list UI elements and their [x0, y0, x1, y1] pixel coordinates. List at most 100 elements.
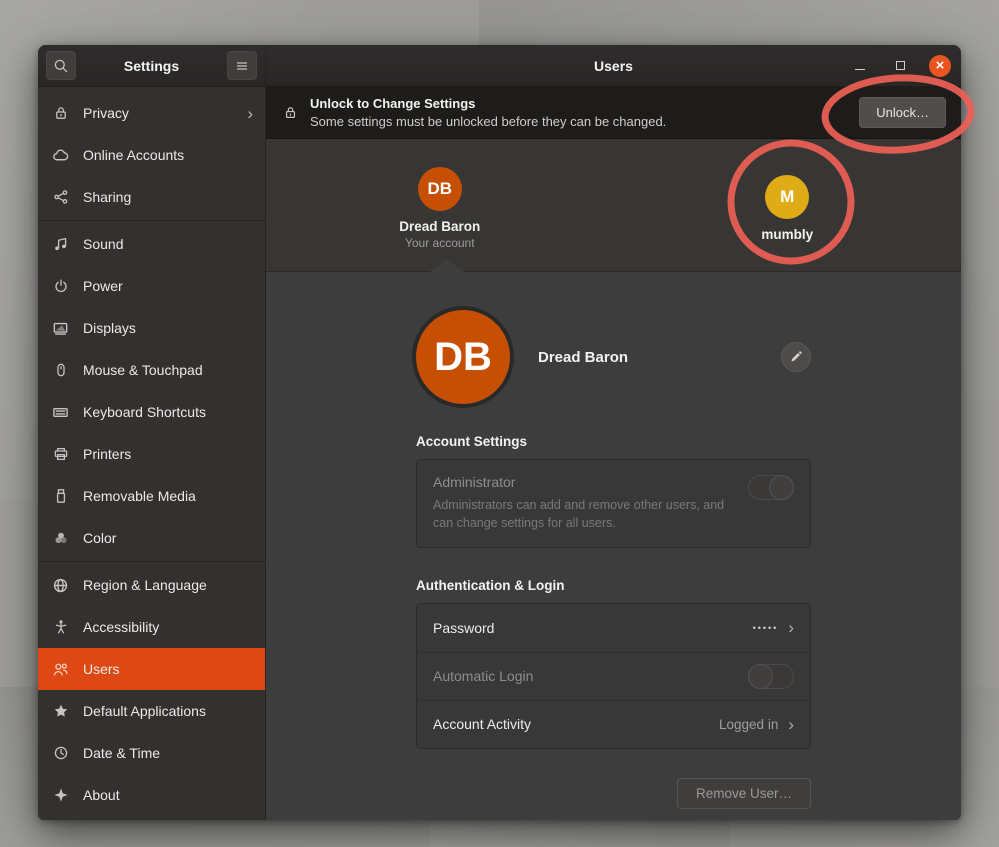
sidebar-item-sound[interactable]: Sound — [38, 223, 265, 265]
selected-user-pointer — [430, 259, 464, 272]
user-card-mumbly[interactable]: M mumbly — [614, 139, 962, 271]
avatar-initials: M — [780, 187, 794, 207]
unlock-banner: Unlock to Change Settings Some settings … — [266, 87, 961, 139]
display-icon — [52, 320, 69, 337]
hamburger-menu-icon — [234, 58, 250, 74]
search-button[interactable] — [46, 51, 76, 80]
sidebar-item-displays[interactable]: Displays — [38, 307, 265, 349]
administrator-row: Administrator Administrators can add and… — [417, 460, 810, 547]
user-name: Dread Baron — [399, 219, 480, 234]
sidebar-item-label: Color — [83, 530, 116, 546]
sidebar-item-label: Mouse & Touchpad — [83, 362, 203, 378]
automatic-login-toggle[interactable] — [748, 664, 794, 689]
edit-name-button[interactable] — [781, 342, 811, 372]
sidebar-item-accessibility[interactable]: Accessibility — [38, 606, 265, 648]
users-panel: Users × Unlock to Change Settings Some s… — [266, 45, 961, 820]
keyboard-icon — [52, 404, 69, 421]
password-row[interactable]: Password ••••• › — [417, 604, 810, 652]
sidebar-header: Settings — [38, 45, 265, 87]
maximize-button[interactable] — [889, 55, 911, 77]
profile-row: DB Dread Baron — [416, 310, 811, 404]
sidebar-item-date-time[interactable]: Date & Time — [38, 732, 265, 774]
sidebar-item-label: Region & Language — [83, 577, 207, 593]
administrator-toggle[interactable] — [748, 475, 794, 500]
banner-subtitle: Some settings must be unlocked before th… — [310, 113, 666, 131]
sidebar-item-about[interactable]: About — [38, 774, 265, 816]
sidebar-item-region-language[interactable]: Region & Language — [38, 564, 265, 606]
clock-icon — [52, 745, 69, 762]
toggle-knob — [769, 475, 794, 500]
star-icon — [52, 703, 69, 720]
search-icon — [53, 58, 69, 74]
printer-icon — [52, 446, 69, 463]
account-settings-card: Administrator Administrators can add and… — [416, 459, 811, 548]
section-heading-auth-login: Authentication & Login — [416, 578, 811, 593]
sidebar-item-power[interactable]: Power — [38, 265, 265, 307]
user-carousel: DB Dread Baron Your account M mumbly — [266, 139, 961, 272]
cloud-icon — [52, 147, 69, 164]
automatic-login-label: Automatic Login — [433, 668, 533, 684]
sidebar-item-label: Online Accounts — [83, 147, 184, 163]
toggle-knob — [748, 664, 773, 689]
user-details: DB Dread Baron Account Settings Administ… — [266, 272, 961, 820]
menu-button[interactable] — [227, 51, 257, 80]
sidebar-item-label: Printers — [83, 446, 131, 462]
sidebar-list: Privacy › Online Accounts Sharing — [38, 87, 265, 816]
chevron-right-icon: › — [788, 716, 794, 733]
sidebar-item-label: Sound — [83, 236, 123, 252]
sidebar-item-online-accounts[interactable]: Online Accounts — [38, 134, 265, 176]
sidebar-item-label: Displays — [83, 320, 136, 336]
close-icon: × — [936, 58, 945, 73]
sidebar-item-label: Privacy — [83, 105, 129, 121]
sidebar-item-removable-media[interactable]: Removable Media — [38, 475, 265, 517]
avatar: DB — [416, 310, 510, 404]
sidebar-item-default-applications[interactable]: Default Applications — [38, 690, 265, 732]
account-activity-label: Account Activity — [433, 716, 531, 732]
profile-name: Dread Baron — [538, 349, 628, 366]
sidebar-item-sharing[interactable]: Sharing — [38, 176, 265, 218]
unlock-button[interactable]: Unlock… — [859, 97, 946, 128]
section-heading-account-settings: Account Settings — [416, 434, 811, 449]
minimize-button[interactable] — [849, 55, 871, 77]
remove-user-button[interactable]: Remove User… — [677, 778, 811, 809]
sidebar-item-color[interactable]: Color — [38, 517, 265, 559]
users-icon — [52, 661, 69, 678]
account-activity-value: Logged in — [719, 717, 778, 732]
globe-icon — [52, 577, 69, 594]
drive-icon — [52, 488, 69, 505]
banner-title: Unlock to Change Settings — [310, 95, 666, 113]
sidebar-item-label: Users — [83, 661, 120, 677]
lock-icon — [283, 105, 298, 120]
sidebar-app-title: Settings — [124, 58, 179, 74]
sidebar-item-label: Default Applications — [83, 703, 206, 719]
window-controls: × — [849, 55, 951, 77]
chevron-right-icon: › — [788, 619, 794, 636]
pencil-icon — [789, 350, 803, 364]
sidebar-item-label: Date & Time — [83, 745, 160, 761]
avatar: DB — [418, 167, 462, 211]
password-dots: ••••• — [753, 623, 779, 633]
sidebar-item-label: About — [83, 787, 120, 803]
close-button[interactable]: × — [929, 55, 951, 77]
account-activity-row[interactable]: Account Activity Logged in › — [417, 700, 810, 748]
lock-icon — [52, 105, 69, 122]
sidebar-item-privacy[interactable]: Privacy › — [38, 92, 265, 134]
sidebar-item-mouse-touchpad[interactable]: Mouse & Touchpad — [38, 349, 265, 391]
accessibility-icon — [52, 619, 69, 636]
minimize-icon — [855, 69, 865, 70]
sidebar-item-label: Removable Media — [83, 488, 196, 504]
user-card-dread-baron[interactable]: DB Dread Baron Your account — [266, 139, 614, 271]
sidebar-item-users[interactable]: Users — [38, 648, 265, 690]
color-icon — [52, 530, 69, 547]
sidebar-separator — [38, 561, 265, 562]
user-subtitle: Your account — [405, 236, 475, 250]
user-name: mumbly — [761, 227, 813, 242]
sidebar-item-printers[interactable]: Printers — [38, 433, 265, 475]
administrator-label: Administrator — [433, 472, 733, 492]
headerbar: Users × — [266, 45, 961, 87]
sidebar-item-keyboard-shortcuts[interactable]: Keyboard Shortcuts — [38, 391, 265, 433]
sidebar-item-label: Power — [83, 278, 123, 294]
sidebar: Settings Privacy › Online Accounts — [38, 45, 266, 820]
settings-window: Settings Privacy › Online Accounts — [38, 45, 961, 820]
sidebar-item-label: Accessibility — [83, 619, 159, 635]
